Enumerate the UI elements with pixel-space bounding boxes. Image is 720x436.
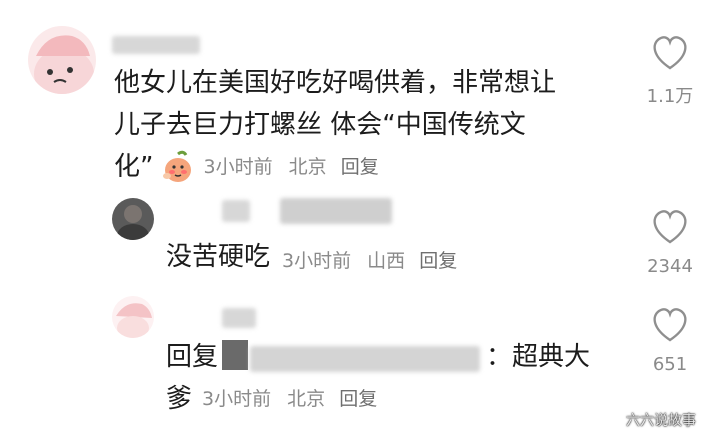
- redacted-username-block: [222, 340, 248, 370]
- reply-location: 北京: [287, 388, 326, 410]
- heart-outline-icon: [653, 210, 687, 244]
- commenter-name-redacted[interactable]: [112, 36, 200, 54]
- reply-text: 回复 ：超典大 爹 3小时前 北京 回复: [166, 336, 626, 420]
- commenter-avatar[interactable]: [28, 26, 96, 94]
- watermark: 六六说故事: [626, 413, 696, 429]
- reply-time: 3小时前: [282, 250, 352, 272]
- reply-avatar[interactable]: [112, 198, 154, 240]
- avatar-cartoon-icon: [112, 296, 154, 338]
- avatar-photo-icon: [112, 198, 154, 240]
- comment-time: 3小时前: [203, 156, 273, 178]
- like-button[interactable]: 1.1万: [630, 30, 710, 110]
- reply-button[interactable]: 回复: [339, 388, 377, 410]
- heart-outline-icon: [653, 308, 687, 342]
- like-count: 2344: [647, 256, 693, 277]
- reply-button[interactable]: 回复: [419, 250, 457, 272]
- like-button[interactable]: 651: [630, 302, 710, 382]
- reply-name-redacted[interactable]: [280, 198, 392, 224]
- comment-text-line: 儿子去巨力打螺丝 体会“中国传统文: [114, 110, 526, 140]
- comment-text: 他女儿在美国好吃好喝供着，非常想让 儿子去巨力打螺丝 体会“中国传统文 化” 3…: [114, 62, 614, 188]
- reply-text-line-last: 爹 3小时前 北京 回复: [166, 384, 378, 414]
- reply-avatar[interactable]: [112, 296, 154, 338]
- comment-text-line: 他女儿在美国好吃好喝供着，非常想让: [114, 68, 557, 98]
- like-count: 651: [652, 354, 688, 375]
- comment-location: 北京: [288, 156, 327, 178]
- reply-time: 3小时前: [202, 388, 272, 410]
- avatar-cartoon-icon: [28, 26, 96, 94]
- like-button[interactable]: 2344: [630, 204, 710, 284]
- reply-text: 没苦硬吃: [166, 242, 271, 272]
- like-count: 1.1万: [646, 86, 694, 107]
- reply-location: 山西: [367, 250, 406, 272]
- reply-button[interactable]: 回复: [341, 156, 379, 178]
- reply-text-line: 回复 ：超典大: [166, 340, 591, 372]
- comment-text-line-last: 化” 3小时前 北京 回复: [114, 150, 379, 184]
- blushing-peach-emoji-icon: [161, 150, 195, 184]
- heart-outline-icon: [653, 36, 687, 70]
- reply-name-redacted[interactable]: [222, 200, 250, 222]
- redacted-text-block: [250, 346, 480, 372]
- reply-meta: 3小时前 山西 回复: [282, 246, 457, 273]
- reply-name-redacted[interactable]: [222, 308, 256, 328]
